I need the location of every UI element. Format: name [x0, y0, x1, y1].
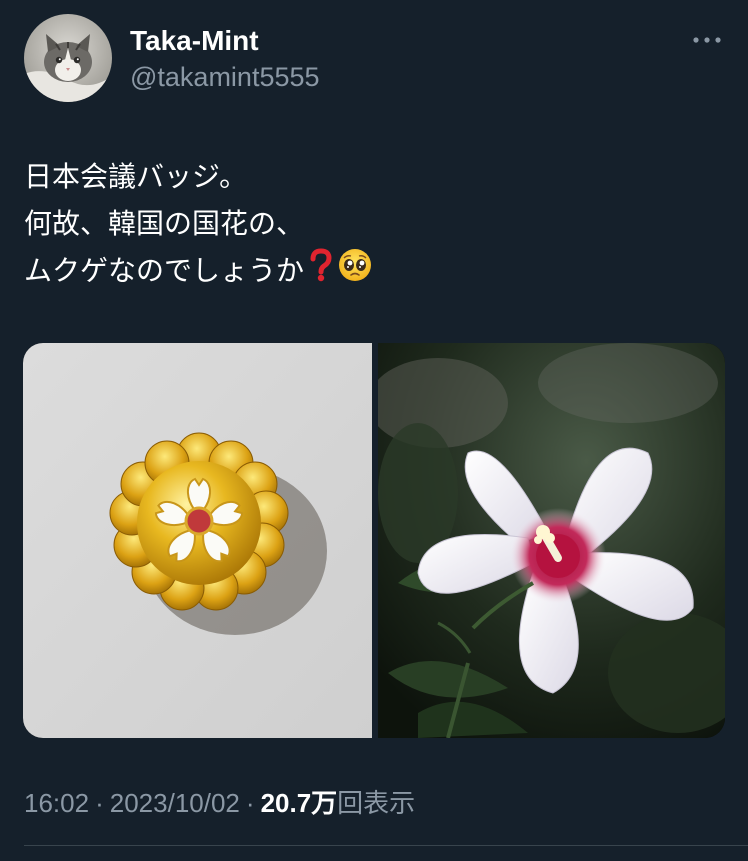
red-question-mark-icon	[308, 248, 334, 296]
tweet-line-2: 何故、韓国の国花の、	[24, 207, 305, 240]
tweet-media	[23, 343, 725, 738]
meta-separator: ·	[95, 788, 104, 818]
more-horizontal-icon	[693, 37, 721, 43]
views-link[interactable]: 20.7万回表示	[261, 788, 416, 818]
media-photo-badge[interactable]	[23, 343, 372, 738]
divider	[24, 845, 748, 846]
author-handle[interactable]: @takamint5555	[130, 60, 320, 94]
tweet-line-3-text: ムクゲなのでしょうか	[24, 254, 305, 287]
pleading-face-icon	[338, 248, 372, 296]
tweet-time[interactable]: 16:02	[24, 788, 89, 818]
tweet-line-3: ムクゲなのでしょうか	[24, 247, 724, 296]
tweet: Taka-Mint @takamint5555 日本会議バッジ。 何故、韓国の国…	[0, 0, 748, 861]
tweet-meta: 16:02 · 2023/10/02 · 20.7万回表示	[24, 786, 415, 820]
tweet-date[interactable]: 2023/10/02	[110, 788, 240, 818]
media-photo-flower[interactable]	[378, 343, 725, 738]
author-avatar[interactable]	[24, 14, 112, 102]
meta-separator: ·	[245, 788, 255, 818]
more-options-button[interactable]	[682, 28, 732, 52]
author-display-name[interactable]: Taka-Mint	[130, 24, 259, 58]
tweet-line-1: 日本会議バッジ。	[24, 160, 248, 193]
views-label: 回表示	[337, 788, 416, 818]
views-count: 20.7万	[260, 788, 338, 818]
tweet-text: 日本会議バッジ。 何故、韓国の国花の、 ムクゲなのでしょうか	[24, 153, 724, 296]
